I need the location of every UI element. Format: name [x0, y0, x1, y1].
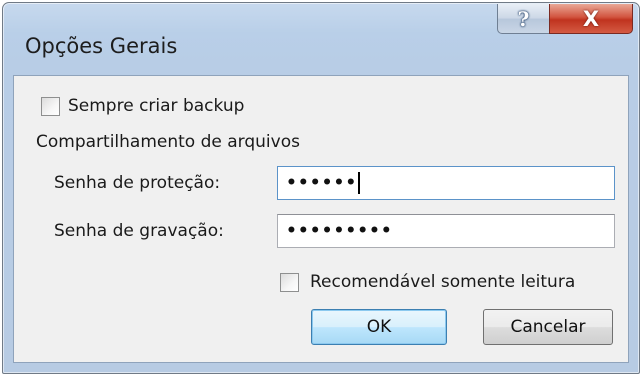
read-only-text: Recomendável somente leitura [310, 272, 576, 292]
always-backup-checkbox[interactable] [41, 97, 60, 116]
file-sharing-heading: Compartilhamento de arquivos [36, 132, 300, 152]
protection-password-value: •••••• [286, 173, 358, 193]
write-password-field[interactable]: ••••••••• [277, 214, 615, 248]
write-password-label: Senha de gravação: [54, 221, 224, 241]
options-dialog: Opções Gerais ? X Sempre criar backup Co… [2, 2, 640, 374]
dialog-title: Opções Gerais [25, 34, 178, 58]
caption-buttons: ? X [497, 4, 633, 34]
help-icon: ? [517, 6, 530, 31]
read-only-label[interactable]: Recomendável somente leitura [310, 271, 575, 293]
help-button[interactable]: ? [497, 4, 549, 34]
text-caret [358, 172, 361, 194]
close-button[interactable]: X [549, 4, 633, 34]
always-backup-text: Sempre criar backup [68, 96, 245, 116]
dialog-body: Sempre criar backup Compartilhamento de … [13, 75, 629, 363]
ok-button[interactable]: OK [311, 309, 447, 345]
write-password-value: ••••••••• [286, 221, 393, 241]
protection-password-field[interactable]: •••••• [277, 166, 615, 200]
always-backup-label[interactable]: Sempre criar backup [68, 95, 244, 117]
read-only-checkbox[interactable] [280, 273, 299, 292]
close-icon: X [582, 6, 600, 31]
protection-password-label: Senha de proteção: [54, 173, 221, 193]
cancel-button[interactable]: Cancelar [483, 309, 613, 345]
